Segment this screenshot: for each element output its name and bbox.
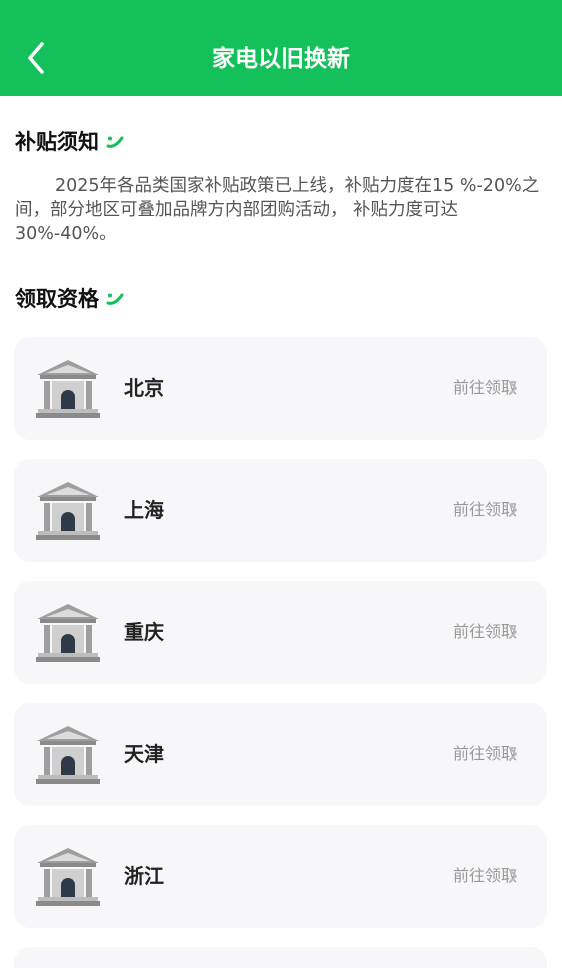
chevron-right-icon	[509, 625, 517, 639]
government-building-icon	[36, 726, 100, 784]
notice-body: 2025年各品类国家补贴政策已上线，补贴力度在15 %-20%之间，部分地区可叠…	[15, 176, 540, 244]
city-name: 北京	[124, 376, 164, 400]
city-name: 重庆	[124, 620, 164, 644]
eligibility-heading: 领取资格	[15, 285, 125, 313]
city-card-zhejiang[interactable]: 浙江 前往领取	[14, 825, 547, 928]
city-card-shanghai[interactable]: 上海 前往领取	[14, 459, 547, 562]
eligibility-heading-label: 领取资格	[15, 287, 99, 311]
page-title: 家电以旧换新	[212, 46, 350, 72]
city-name: 天津	[124, 742, 164, 766]
government-building-icon	[36, 848, 100, 906]
green-swirl-icon	[106, 136, 124, 148]
chevron-right-icon	[509, 381, 517, 395]
chevron-right-icon	[509, 503, 517, 517]
chevron-right-icon	[509, 869, 517, 883]
app-header: 家电以旧换新	[0, 0, 562, 96]
government-building-icon	[36, 604, 100, 662]
chevron-right-icon	[509, 747, 517, 761]
city-name: 上海	[124, 498, 164, 522]
city-name: 浙江	[124, 864, 164, 888]
government-building-icon	[36, 360, 100, 418]
government-building-icon	[36, 482, 100, 540]
city-card-beijing[interactable]: 北京 前往领取	[14, 337, 547, 440]
notice-heading: 补贴须知	[15, 128, 125, 156]
city-card-partial[interactable]	[14, 947, 547, 968]
green-swirl-icon	[106, 293, 124, 305]
city-card-tianjin[interactable]: 天津 前往领取	[14, 703, 547, 806]
city-card-chongqing[interactable]: 重庆 前往领取	[14, 581, 547, 684]
notice-heading-label: 补贴须知	[15, 130, 99, 154]
